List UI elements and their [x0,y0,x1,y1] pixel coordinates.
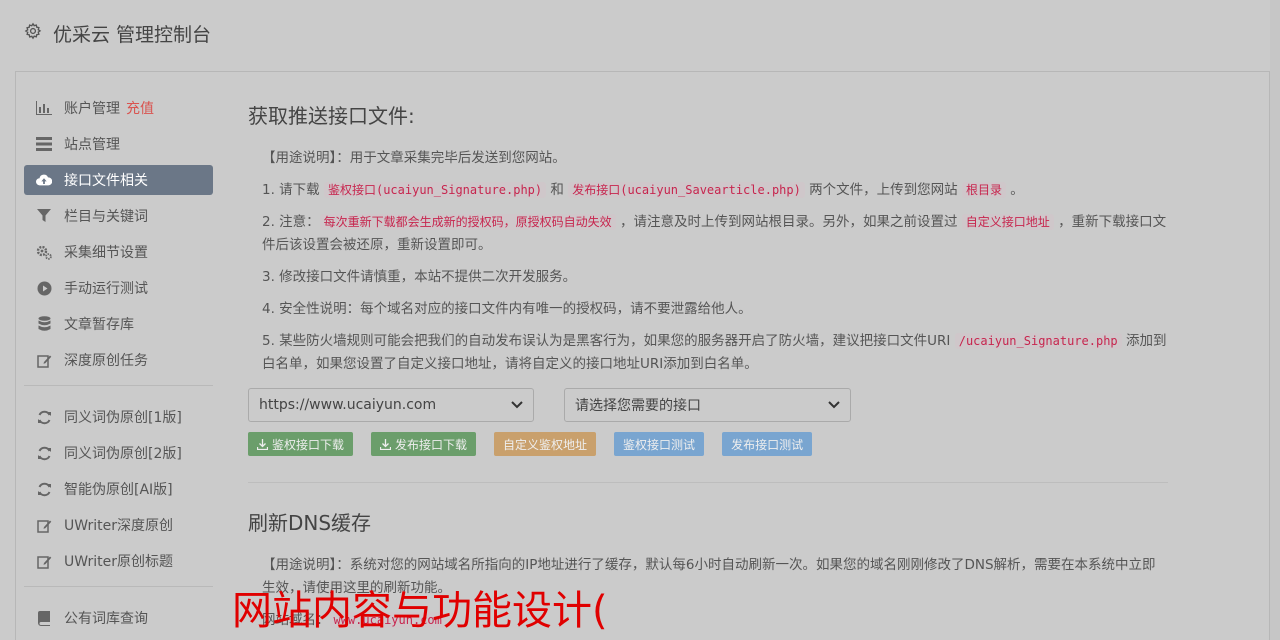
section-title-dns: 刷新DNS缓存 [248,511,372,535]
sidebar-item-sites[interactable]: 站点管理 [24,129,213,159]
sidebar-item-label: UWriter深度原创 [64,518,173,534]
sidebar-item-label: 同义词伪原创[1版] [64,410,182,426]
app-header: 优采云 管理控制台 [15,0,1270,72]
root-dir-code: 根目录 [961,182,1006,198]
sidebar-item-label: 采集细节设置 [64,245,148,261]
gear-icon[interactable] [24,22,42,40]
step-text: 两个文件，上传到您网站 [804,182,962,198]
app-title: 优采云 管理控制台 [53,24,212,46]
button-label: 发布接口测试 [731,437,804,452]
filter-icon [36,208,52,224]
publish-file-code: 发布接口(ucaiyun_Savearticle.php) [568,182,805,198]
recharge-link[interactable]: 充值 [126,98,154,118]
sidebar-divider [24,586,213,587]
sidebar-item-uwriter-deep[interactable]: UWriter深度原创 [24,510,213,540]
step-text: 5. 某些防火墙规则可能会把我们的自动发布误认为是黑客行为，如果您的服务器开启了… [262,333,955,349]
sidebar-item-account[interactable]: 账户管理 充值 [24,93,213,123]
bar-chart-icon [36,100,52,116]
sidebar-item-synonym-v1[interactable]: 同义词伪原创[1版] [24,402,213,432]
refresh-icon [36,481,52,497]
publish-download-button[interactable]: 发布接口下载 [371,432,477,456]
watermark-overlay: 网站内容与功能设计( [232,588,608,634]
edit-icon [36,352,52,368]
chevron-down-icon [511,401,523,409]
sidebar-item-label: 智能伪原创[AI版] [64,482,173,498]
sidebar-item-label: 文章暂存库 [64,317,134,333]
sidebar-item-label: 接口文件相关 [64,173,148,189]
step-text: ，请注意及时上传到网站根目录。另外，如果之前设置过 [615,214,962,230]
play-circle-icon [36,280,52,296]
api-select-value: 请选择您需要的接口 [575,398,701,414]
sidebar-item-label: 账户管理 [64,101,120,117]
download-icon [380,438,392,450]
site-select-value: https://www.ucaiyun.com [259,397,437,413]
edit-icon [36,517,52,533]
sidebar-item-columns-keywords[interactable]: 栏目与关键词 [24,201,213,231]
button-label: 发布接口下载 [395,437,468,452]
sidebar-item-api-files[interactable]: 接口文件相关 [24,165,213,195]
main-content: 获取推送接口文件: 【用途说明】：用于文章采集完毕后发送到您网站。 1. 请下载… [248,100,1168,640]
auth-test-button[interactable]: 鉴权接口测试 [614,432,705,456]
sidebar-item-collect-settings[interactable]: 采集细节设置 [24,237,213,267]
step-text: 1. 请下载 [262,182,324,198]
edit-icon [36,553,52,569]
site-select[interactable]: https://www.ucaiyun.com [248,388,534,422]
selector-row: https://www.ucaiyun.com 请选择您需要的接口 [248,388,1168,422]
custom-auth-button[interactable]: 自定义鉴权地址 [494,432,597,456]
cloud-upload-icon [36,172,52,188]
cogs-icon [36,244,52,260]
sidebar-item-synonym-v2[interactable]: 同义词伪原创[2版] [24,438,213,468]
action-buttons: 鉴权接口下载 发布接口下载 自定义鉴权地址 鉴权接口测试 发布接口测试 [248,432,1168,456]
step-1: 1. 请下载 鉴权接口(ucaiyun_Signature.php) 和 发布接… [248,179,1168,202]
refresh-icon [36,445,52,461]
chevron-down-icon [828,401,840,409]
auth-download-button[interactable]: 鉴权接口下载 [248,432,354,456]
sidebar: 账户管理 充值 站点管理 接口文件相关 栏目与关键词 采集细节设置 手动运行测试… [24,93,213,639]
book-icon [36,610,52,626]
regen-warning-code: 每次重新下载都会生成新的授权码，原授权码自动失效 [319,214,616,230]
step-text: 和 [546,182,569,198]
signature-uri-code: /ucaiyun_Signature.php [954,333,1122,349]
auth-file-code: 鉴权接口(ucaiyun_Signature.php) [323,182,547,198]
scrollbar[interactable] [1270,0,1280,640]
section-title-api-files: 获取推送接口文件: [248,104,415,128]
download-icon [257,438,268,450]
step-text: 2. 注意： [262,214,320,230]
api-select[interactable]: 请选择您需要的接口 [564,388,851,422]
sidebar-item-label: 同义词伪原创[2版] [64,446,182,462]
sidebar-item-label: 公有词库查询 [64,611,148,627]
button-label: 鉴权接口下载 [272,437,345,452]
sidebar-item-article-store[interactable]: 文章暂存库 [24,309,213,339]
sidebar-item-label: 手动运行测试 [64,281,148,297]
step-3: 3. 修改接口文件请慎重，本站不提供二次开发服务。 [262,269,577,285]
step-4: 4. 安全性说明：每个域名对应的接口文件内有唯一的授权码，请不要泄露给他人。 [262,301,752,317]
sidebar-item-manual-run[interactable]: 手动运行测试 [24,273,213,303]
sidebar-item-label: 站点管理 [64,137,120,153]
section-divider [248,482,1168,483]
sidebar-item-deep-original[interactable]: 深度原创任务 [24,345,213,375]
step-2: 2. 注意： 每次重新下载都会生成新的授权码，原授权码自动失效 ，请注意及时上传到… [248,211,1168,257]
refresh-icon [36,409,52,425]
sidebar-item-uwriter-title[interactable]: UWriter原创标题 [24,546,213,576]
step-text: 。 [1005,182,1024,198]
sidebar-item-label: UWriter原创标题 [64,554,173,570]
sidebar-item-label: 栏目与关键词 [64,209,148,225]
step-5: 5. 某些防火墙规则可能会把我们的自动发布误认为是黑客行为，如果您的服务器开启了… [248,330,1168,376]
server-icon [36,136,52,152]
custom-api-code: 自定义接口地址 [961,214,1054,230]
sidebar-item-public-lexicon[interactable]: 公有词库查询 [24,603,213,633]
sidebar-item-ai-rewrite[interactable]: 智能伪原创[AI版] [24,474,213,504]
usage-note: 【用途说明】：用于文章采集完毕后发送到您网站。 [262,150,566,166]
sidebar-item-label: 深度原创任务 [64,353,148,369]
button-label: 鉴权接口测试 [623,437,696,452]
sidebar-divider [24,385,213,386]
button-label: 自定义鉴权地址 [503,437,588,452]
publish-test-button[interactable]: 发布接口测试 [722,432,813,456]
database-icon [36,316,52,332]
